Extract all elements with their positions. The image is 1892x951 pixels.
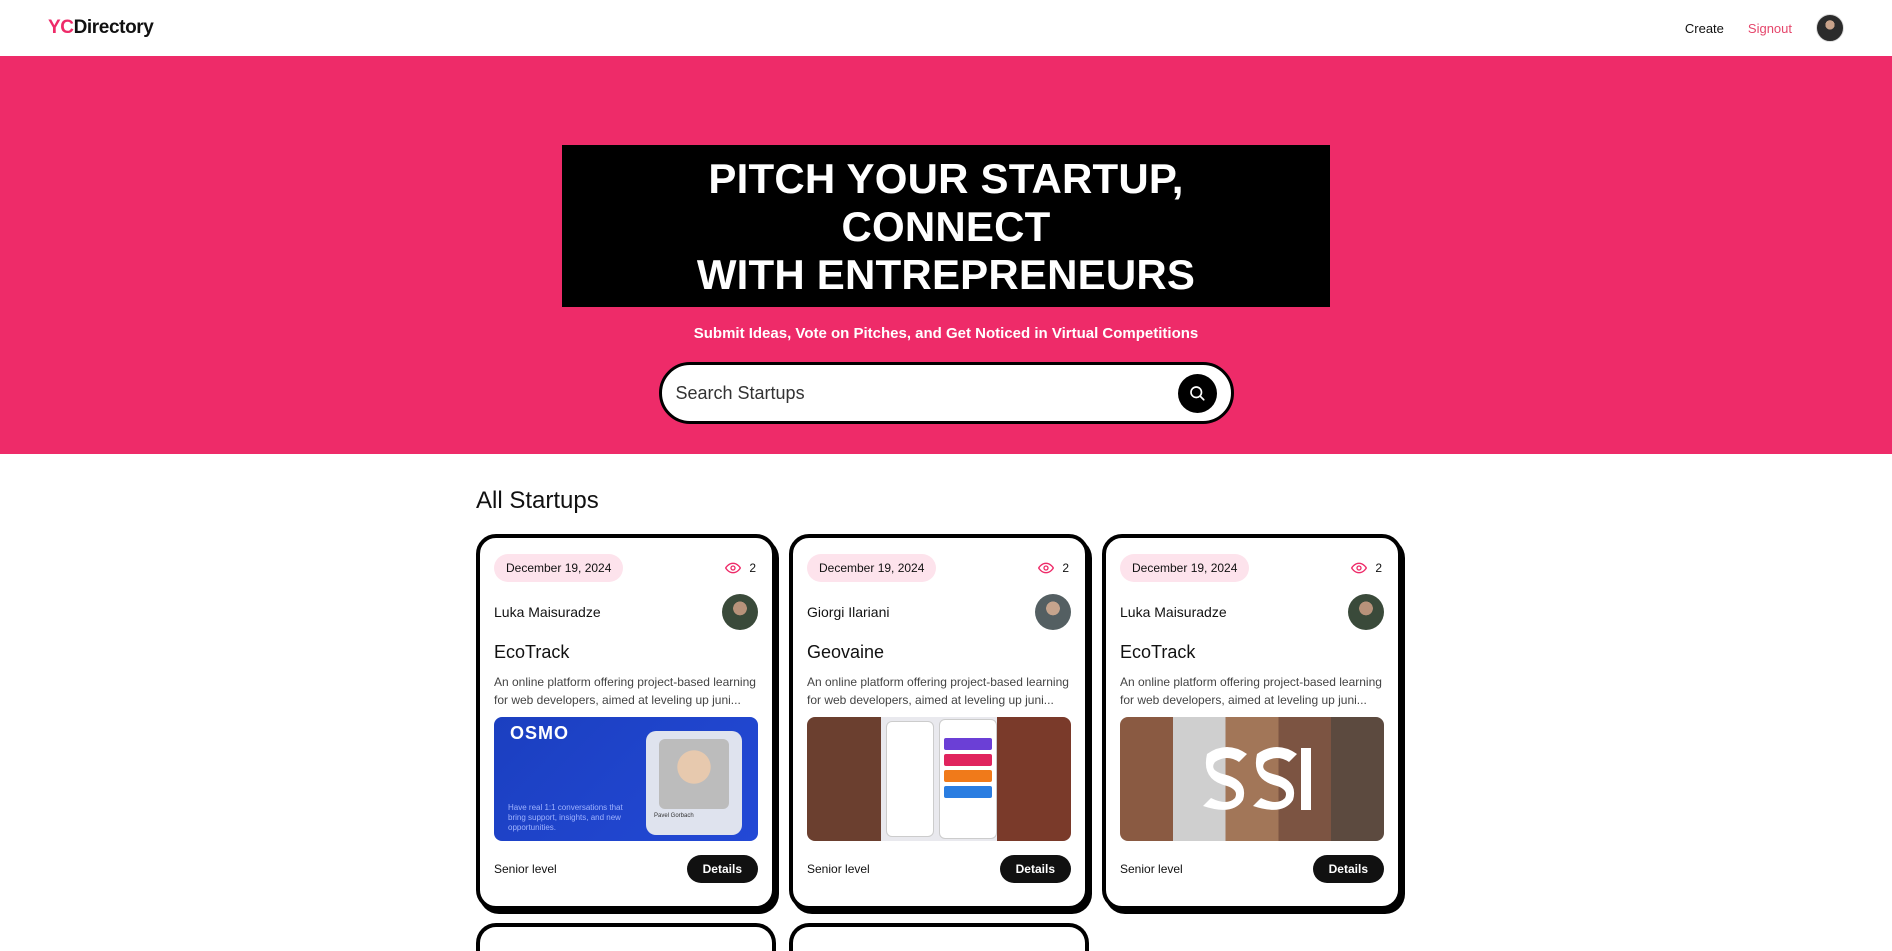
nav-actions: Create Signout	[1685, 14, 1844, 42]
details-button[interactable]: Details	[999, 855, 1071, 883]
card-description: An online platform offering project-base…	[1120, 675, 1382, 707]
hero-title-line2: WITH ENTREPRENEURS	[696, 251, 1196, 298]
view-count: 2	[1351, 560, 1382, 576]
signout-link[interactable]: Signout	[1748, 21, 1792, 36]
create-link[interactable]: Create	[1685, 21, 1724, 36]
startup-grid: December 19, 2024 2 Luka Maisuradze EcoT…	[476, 534, 1416, 951]
search-bar	[658, 362, 1234, 424]
startup-card: December 19, 2024 2 Luka Maisuradze EcoT…	[1102, 534, 1402, 910]
logo[interactable]: YC Directory	[48, 17, 154, 39]
card-title[interactable]: Geovaine	[807, 642, 1071, 663]
author-avatar[interactable]	[1348, 594, 1384, 630]
hero-title: PITCH YOUR STARTUP, CONNECT WITH ENTREPR…	[562, 145, 1330, 307]
card-image[interactable]: OSMO Have real 1:1 conversations that br…	[494, 717, 758, 841]
navbar: YC Directory Create Signout	[0, 0, 1892, 56]
hero-section: PITCH YOUR STARTUP, CONNECT WITH ENTREPR…	[0, 56, 1892, 454]
card-date: December 19, 2024	[807, 554, 937, 582]
card-title[interactable]: EcoTrack	[1120, 642, 1384, 663]
card-author[interactable]: Luka Maisuradze	[494, 604, 601, 620]
osmo-person-name: Pavel Gorbach	[654, 813, 694, 819]
eye-icon	[1038, 562, 1055, 574]
card-description: An online platform offering project-base…	[494, 675, 756, 707]
details-button[interactable]: Details	[686, 855, 758, 883]
card-date: December 19, 2024	[494, 554, 624, 582]
view-count-value: 2	[1375, 561, 1382, 575]
view-count-value: 2	[749, 561, 756, 575]
author-avatar[interactable]	[1035, 594, 1071, 630]
search-input[interactable]	[675, 382, 1156, 404]
logo-directory: Directory	[73, 17, 154, 38]
card-image[interactable]	[1120, 717, 1384, 841]
card-description: An online platform offering project-base…	[807, 675, 1069, 707]
startup-card: December 19, 2024 2 Giorgi Ilariani Geov…	[789, 534, 1089, 910]
card-author[interactable]: Luka Maisuradze	[1120, 604, 1227, 620]
hero-title-line1: PITCH YOUR STARTUP, CONNECT	[708, 155, 1184, 250]
startup-card	[789, 923, 1089, 951]
card-date: December 19, 2024	[1120, 554, 1250, 582]
eye-icon	[725, 562, 742, 574]
search-icon	[1190, 386, 1205, 401]
card-level: Senior level	[807, 862, 870, 876]
logo-yc: YC	[48, 17, 74, 38]
author-avatar[interactable]	[722, 594, 758, 630]
card-image[interactable]	[807, 717, 1071, 841]
osmo-tagline: Have real 1:1 conversations that bring s…	[508, 803, 623, 832]
eye-icon	[1351, 562, 1368, 574]
ssi-logo-graphic	[1203, 747, 1311, 810]
section-title: All Startups	[476, 487, 599, 514]
view-count: 2	[725, 560, 756, 576]
startup-card: December 19, 2024 2 Luka Maisuradze EcoT…	[476, 534, 776, 910]
user-avatar[interactable]	[1816, 14, 1844, 42]
hero-subtitle: Submit Ideas, Vote on Pitches, and Get N…	[693, 325, 1199, 342]
view-count-value: 2	[1062, 561, 1069, 575]
startup-card	[476, 923, 776, 951]
card-level: Senior level	[494, 862, 557, 876]
search-button[interactable]	[1177, 373, 1217, 413]
osmo-logo-text: OSMO	[510, 723, 570, 743]
card-level: Senior level	[1120, 862, 1183, 876]
card-title[interactable]: EcoTrack	[494, 642, 758, 663]
view-count: 2	[1038, 560, 1069, 576]
details-button[interactable]: Details	[1312, 855, 1384, 883]
main-content: All Startups December 19, 2024 2 Luka Ma…	[476, 454, 1416, 951]
card-author[interactable]: Giorgi Ilariani	[807, 604, 889, 620]
